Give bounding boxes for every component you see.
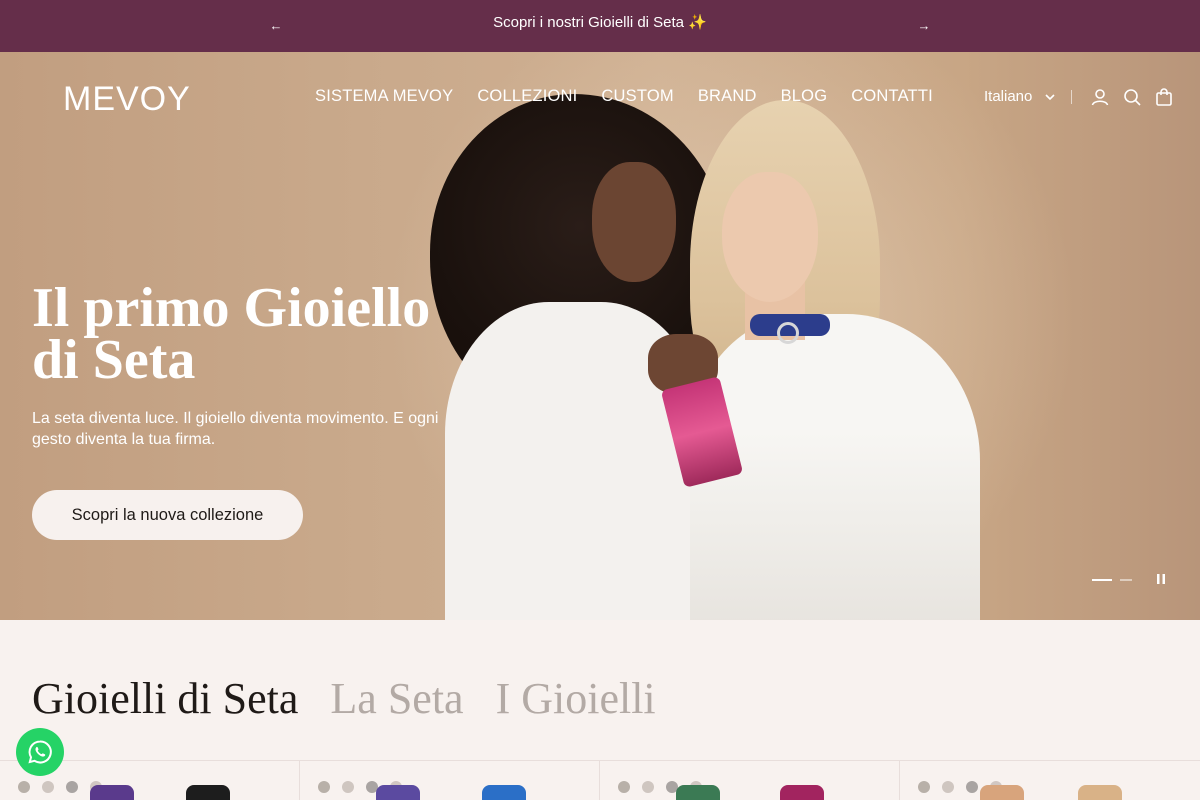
product-card[interactable] [300,761,600,800]
product-image [482,785,526,800]
search-icon[interactable] [1122,87,1142,107]
color-swatch[interactable] [942,781,954,793]
product-image [90,785,134,800]
announcement-bar: ← Scopri i nostri Gioielli di Seta ✨ → [0,0,1200,52]
account-icon[interactable] [1090,87,1110,107]
color-swatch[interactable] [966,781,978,793]
product-image [676,785,720,800]
tab-la-seta[interactable]: La Seta [330,672,463,726]
pause-icon[interactable] [1152,571,1170,587]
hero-subtitle: La seta diventa luce. Il gioiello divent… [32,410,439,448]
header-divider [1071,90,1072,104]
collection-tabs: Gioielli di Seta La Seta I Gioielli [32,672,656,726]
color-swatch[interactable] [18,781,30,793]
nav-item-collezioni[interactable]: COLLEZIONI [477,87,577,106]
announcement-message[interactable]: Scopri i nostri Gioielli di Seta ✨ [0,13,1200,31]
color-swatch[interactable] [618,781,630,793]
product-card[interactable] [900,761,1200,800]
nav-item-contatti[interactable]: CONTATTI [851,87,933,106]
tab-gioielli-di-seta[interactable]: Gioielli di Seta [32,672,298,726]
whatsapp-chat-button[interactable] [16,728,64,776]
nav-item-brand[interactable]: BRAND [698,87,757,106]
product-image [1078,785,1122,800]
hero-model-blonde-face [722,172,818,302]
language-label: Italiano [984,88,1033,105]
product-grid [0,760,1200,800]
main-nav: SISTEMA MEVOY COLLEZIONI CUSTOM BRAND BL… [315,87,933,106]
color-swatch[interactable] [642,781,654,793]
nav-item-blog[interactable]: BLOG [781,87,828,106]
cart-icon[interactable] [1154,87,1174,107]
product-image [980,785,1024,800]
product-image [186,785,230,800]
slide-indicator-2[interactable] [1120,579,1132,581]
tab-i-gioielli[interactable]: I Gioielli [496,672,656,726]
brand-logo[interactable]: MEVOY [63,80,191,119]
color-swatch[interactable] [342,781,354,793]
language-selector[interactable]: Italiano [984,88,1055,105]
product-image [780,785,824,800]
color-swatch[interactable] [318,781,330,793]
product-card[interactable] [600,761,900,800]
color-swatch[interactable] [918,781,930,793]
hero-model-dark-face [592,162,676,282]
nav-item-custom[interactable]: CUSTOM [601,87,673,106]
hero-title: Il primo Gioiello di Seta [32,277,431,391]
whatsapp-icon [28,740,52,764]
hero-scarf-pendant [777,322,799,344]
discover-collection-button[interactable]: Scopri la nuova collezione [32,490,303,540]
color-swatch[interactable] [66,781,78,793]
color-swatch[interactable] [42,781,54,793]
nav-item-sistema-mevoy[interactable]: SISTEMA MEVOY [315,87,453,106]
product-image [376,785,420,800]
announcement-next-arrow-icon[interactable]: → [912,14,936,38]
chevron-down-icon [1044,93,1055,104]
slide-indicator-1[interactable] [1092,579,1112,581]
